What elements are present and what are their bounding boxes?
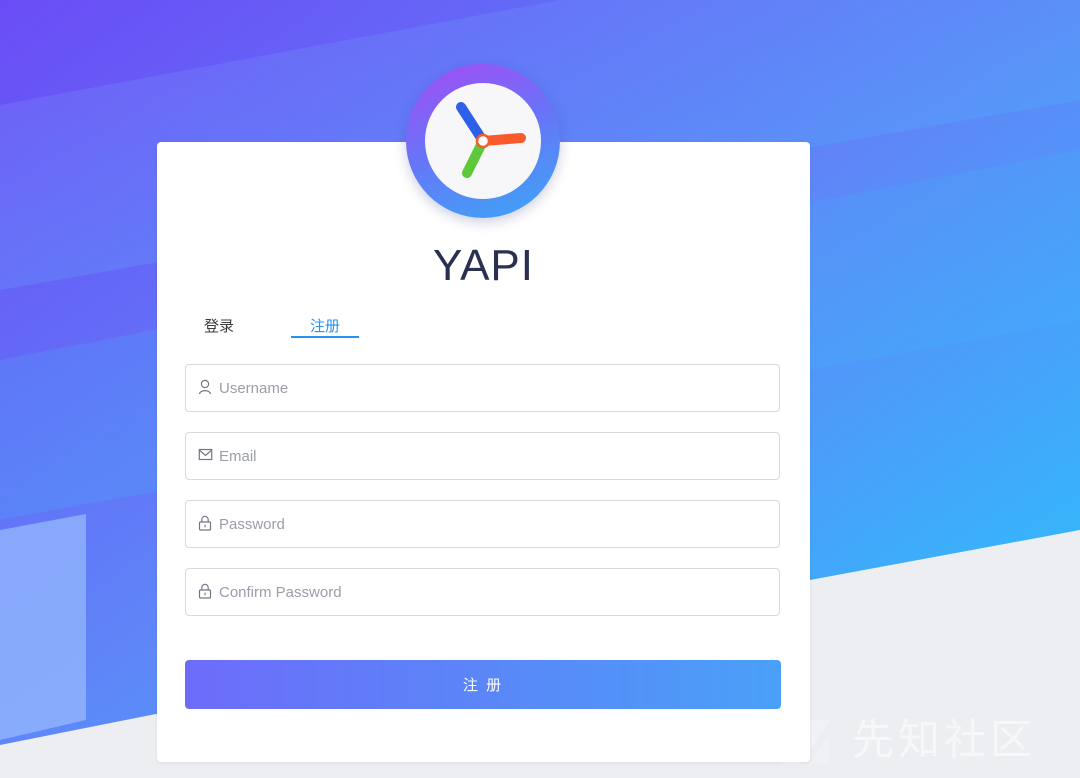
app-title: YAPI (432, 241, 534, 290)
register-button[interactable]: 注 册 (185, 660, 781, 709)
mail-icon (198, 448, 213, 461)
confirm-password-field[interactable] (185, 568, 780, 616)
password-field[interactable] (185, 500, 780, 548)
clock-hands-icon (456, 102, 526, 178)
register-page: YAPI 登录 注册 注 册 (0, 0, 1080, 778)
lock-icon (198, 583, 212, 599)
yapi-logo (406, 64, 560, 218)
active-tab-indicator (291, 336, 359, 338)
tab-register[interactable]: 注册 (291, 316, 359, 338)
username-field[interactable] (185, 364, 780, 412)
user-icon (198, 379, 212, 395)
watermark-text: 先知社区 (852, 715, 1037, 764)
lock-icon (198, 515, 212, 531)
email-field[interactable] (185, 432, 780, 480)
email-input[interactable] (219, 433, 769, 479)
logo-face (425, 83, 541, 199)
username-input[interactable] (219, 365, 769, 411)
tab-login[interactable]: 登录 (189, 316, 249, 338)
password-input[interactable] (219, 501, 769, 547)
confirm-password-input[interactable] (219, 569, 769, 615)
